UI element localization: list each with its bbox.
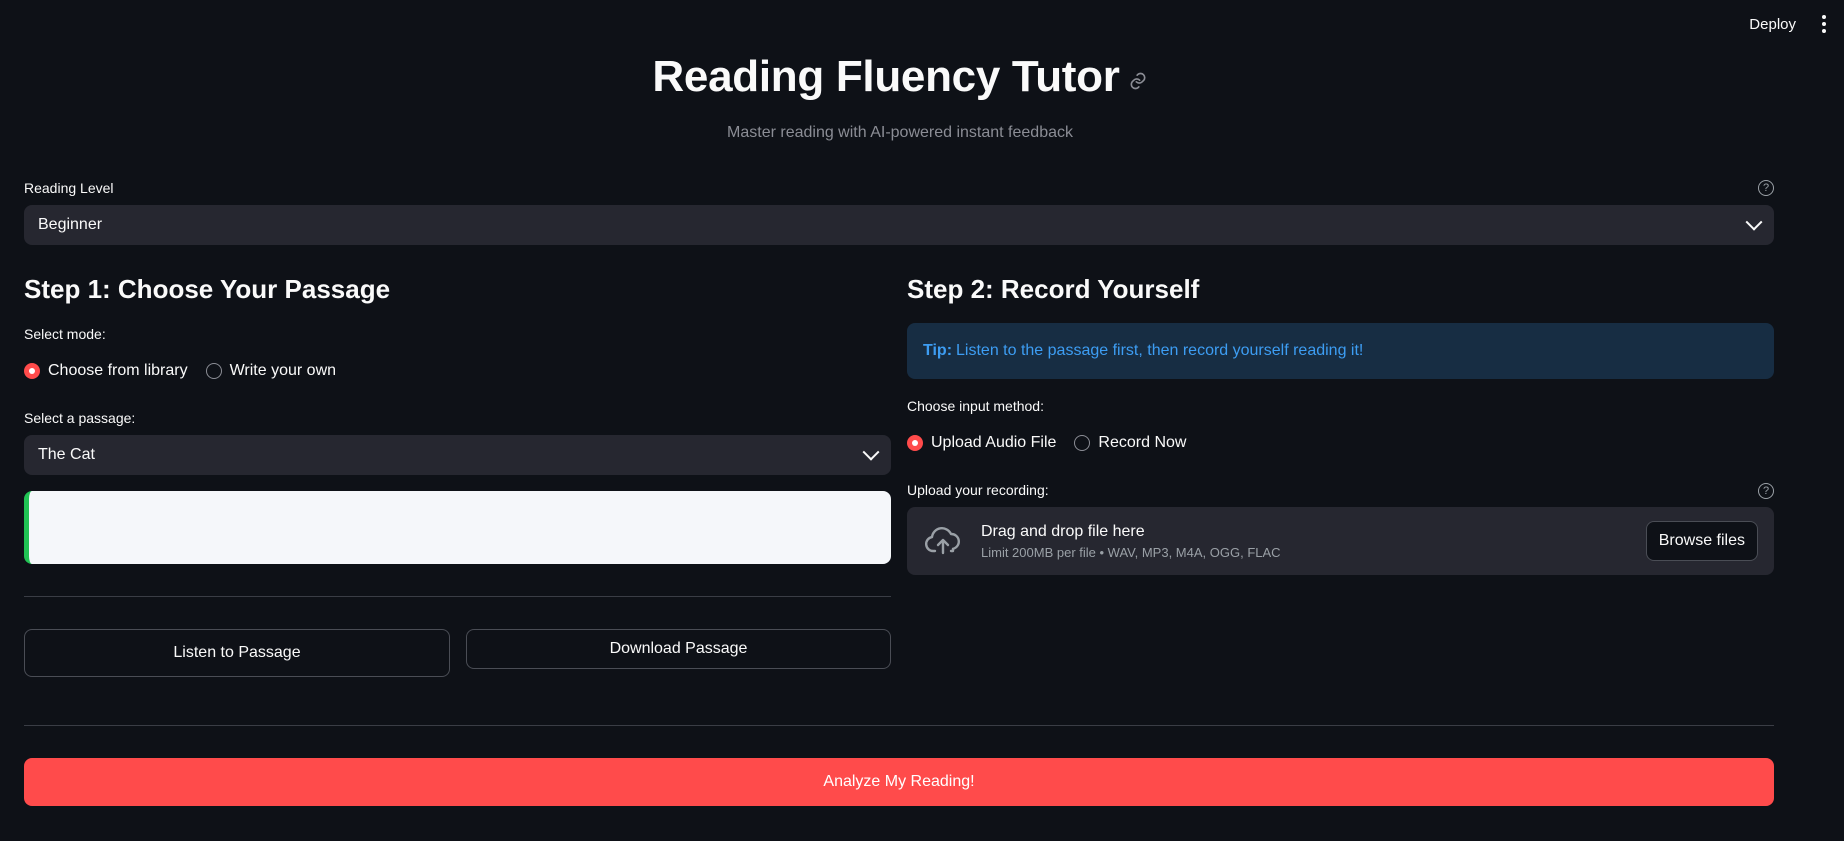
radio-unselected-icon bbox=[1074, 435, 1091, 451]
more-options-icon[interactable] bbox=[1816, 12, 1832, 36]
mode-option-label: Write your own bbox=[229, 362, 337, 379]
page-subtitle: Master reading with AI-powered instant f… bbox=[727, 124, 1073, 141]
upload-limit-text: Limit 200MB per file • WAV, MP3, M4A, OG… bbox=[981, 544, 1281, 560]
radio-selected-icon bbox=[24, 363, 40, 379]
mode-radio-group: Choose from library Write your own bbox=[24, 362, 336, 380]
tip-alert: Tip: Listen to the passage first, then r… bbox=[907, 323, 1774, 379]
method-option-upload[interactable]: Upload Audio File bbox=[907, 434, 1056, 452]
upload-dropzone-text: Drag and drop file here Limit 200MB per … bbox=[981, 523, 1646, 560]
analyze-button[interactable]: Analyze My Reading! bbox=[24, 758, 1774, 806]
step2-title: Step 2: Record Yourself bbox=[907, 274, 1200, 304]
help-icon[interactable]: ? bbox=[1758, 483, 1774, 499]
passage-select[interactable]: The Cat bbox=[24, 435, 891, 475]
chevron-down-icon bbox=[1745, 213, 1763, 231]
reading-level-label: Reading Level bbox=[24, 180, 114, 196]
passage-text-box bbox=[24, 491, 891, 564]
file-uploader[interactable]: Drag and drop file here Limit 200MB per … bbox=[907, 507, 1774, 575]
tip-prefix: Tip: bbox=[923, 342, 953, 359]
mode-option-write[interactable]: Write your own bbox=[205, 362, 337, 380]
chevron-down-icon bbox=[862, 443, 880, 461]
anchor-link-icon[interactable] bbox=[1128, 71, 1148, 91]
step1-title: Step 1: Choose Your Passage bbox=[24, 274, 391, 304]
method-option-record[interactable]: Record Now bbox=[1074, 434, 1186, 452]
divider bbox=[24, 596, 891, 597]
drop-text: Drag and drop file here bbox=[981, 522, 1145, 540]
page-title-wrap: Reading Fluency Tutor bbox=[652, 52, 1147, 102]
mode-option-library[interactable]: Choose from library bbox=[24, 362, 188, 380]
passage-label: Select a passage: bbox=[24, 410, 136, 426]
page-header: Reading Fluency Tutor bbox=[0, 52, 1800, 102]
download-button[interactable]: Download Passage bbox=[466, 629, 891, 669]
divider bbox=[24, 725, 1774, 726]
page-title: Reading Fluency Tutor bbox=[652, 52, 1120, 101]
tip-text: Listen to the passage first, then record… bbox=[956, 342, 1364, 359]
upload-label: Upload your recording: bbox=[907, 482, 1049, 498]
radio-unselected-icon bbox=[205, 363, 222, 379]
method-option-label: Record Now bbox=[1098, 434, 1187, 451]
top-bar: Deploy bbox=[1743, 0, 1844, 48]
browse-files-button[interactable]: Browse files bbox=[1645, 521, 1758, 561]
listen-button[interactable]: Listen to Passage bbox=[24, 629, 450, 677]
mode-option-label: Choose from library bbox=[48, 362, 188, 379]
method-option-label: Upload Audio File bbox=[931, 434, 1057, 451]
deploy-button[interactable]: Deploy bbox=[1743, 15, 1802, 34]
mode-label: Select mode: bbox=[24, 326, 106, 342]
reading-level-select[interactable]: Beginner bbox=[24, 205, 1774, 245]
cloud-upload-icon bbox=[924, 527, 960, 555]
help-icon[interactable]: ? bbox=[1758, 180, 1774, 196]
radio-selected-icon bbox=[907, 435, 923, 451]
passage-value: The Cat bbox=[38, 446, 95, 463]
method-radio-group: Upload Audio File Record Now bbox=[907, 434, 1186, 452]
method-label: Choose input method: bbox=[907, 398, 1044, 414]
reading-level-value: Beginner bbox=[38, 216, 103, 233]
